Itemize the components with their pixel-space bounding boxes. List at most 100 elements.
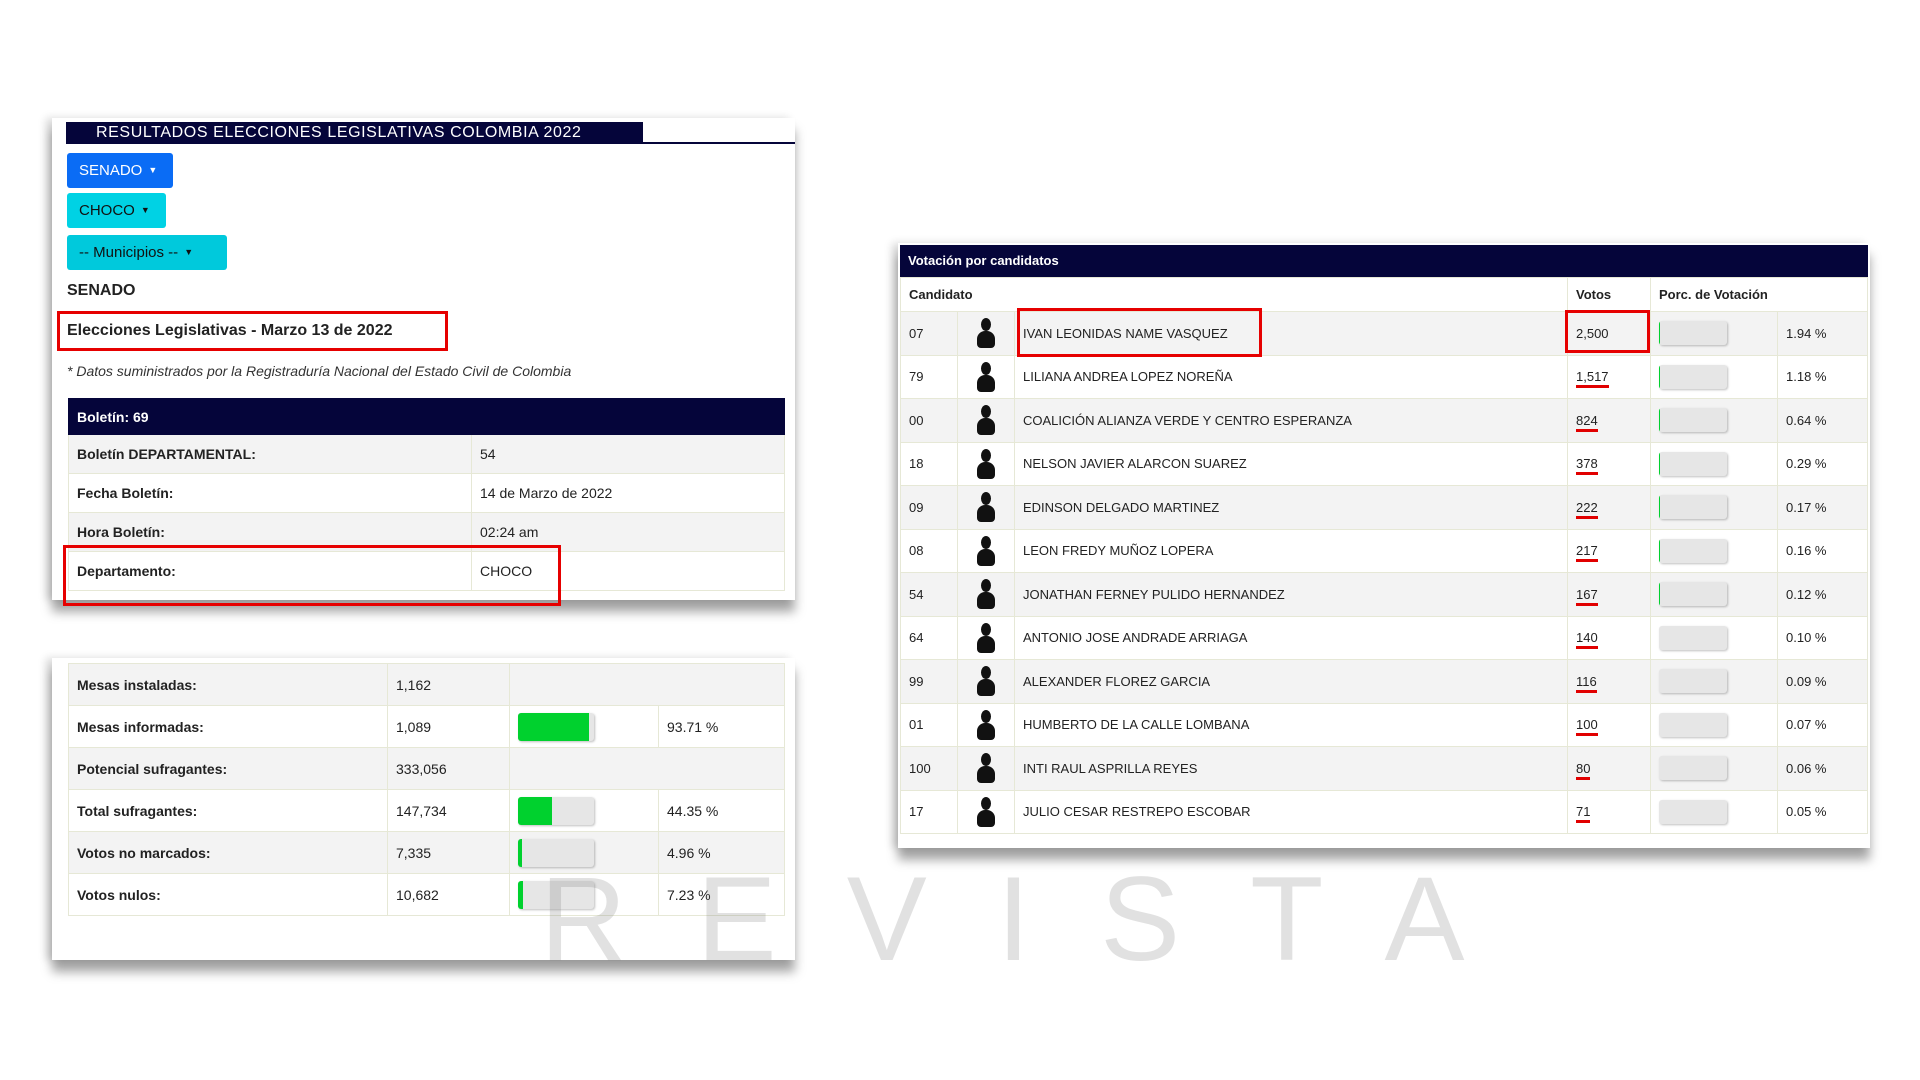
highlight-box: [63, 545, 561, 606]
progress-fill: [518, 880, 524, 909]
candidate-votes-link[interactable]: 167: [1576, 586, 1598, 606]
stat-row: Total sufragantes: 147,734 44.35 %: [68, 789, 785, 832]
candidate-number: 17: [900, 789, 958, 834]
avatar: [957, 485, 1015, 530]
results-panel: RESULTADOS ELECCIONES LEGISLATIVAS COLOM…: [52, 118, 795, 600]
candidate-pct: 0.29 %: [1777, 441, 1868, 486]
candidate-votes-link[interactable]: 1,517: [1576, 369, 1609, 389]
stat-row: Votos nulos: 10,682 7.23 %: [68, 873, 785, 916]
candidate-votes-cell[interactable]: 71: [1567, 789, 1651, 834]
candidate-votes-link[interactable]: 217: [1576, 543, 1598, 563]
avatar: [957, 746, 1015, 791]
candidate-name: ALEXANDER FLOREZ GARCIA: [1014, 659, 1568, 704]
candidate-votes-link[interactable]: 140: [1576, 630, 1598, 650]
candidate-votes-cell[interactable]: 222: [1567, 485, 1651, 530]
candidate-votes-cell[interactable]: 80: [1567, 746, 1651, 791]
candidate-votes-link[interactable]: 80: [1576, 760, 1591, 780]
candidate-pct: 0.17 %: [1777, 485, 1868, 530]
bulletin-row: Boletín DEPARTAMENTAL: 54: [68, 434, 785, 474]
progress-fill: [1659, 364, 1660, 389]
candidate-pct: 0.09 %: [1777, 659, 1868, 704]
progress-bar: [518, 880, 594, 909]
person-icon: [975, 753, 997, 784]
progress-bar: [1659, 625, 1727, 650]
progress-cell: [1650, 789, 1778, 834]
candidate-row: 00 COALICIÓN ALIANZA VERDE Y CENTRO ESPER…: [900, 398, 1868, 443]
stat-row: Mesas instaladas: 1,162: [68, 663, 785, 706]
candidate-number: 100: [900, 746, 958, 791]
person-icon: [975, 535, 997, 566]
candidate-votes-link[interactable]: 824: [1576, 412, 1598, 432]
avatar: [957, 572, 1015, 617]
progress-fill: [518, 712, 590, 741]
col-votes: Votos: [1567, 277, 1651, 312]
stat-value: 147,734: [387, 789, 510, 832]
section-heading: SENADO: [67, 282, 136, 299]
person-icon: [975, 709, 997, 740]
progress-cell: [1650, 485, 1778, 530]
candidate-votes-link[interactable]: 100: [1576, 717, 1598, 737]
dropdown-label: CHOCO: [79, 202, 135, 219]
corporation-dropdown[interactable]: SENADO ▼: [67, 153, 173, 188]
stat-label: Potencial sufragantes:: [68, 747, 388, 790]
candidate-votes-cell[interactable]: 167: [1567, 572, 1651, 617]
person-icon: [975, 492, 997, 523]
stat-label: Total sufragantes:: [68, 789, 388, 832]
candidate-votes-link[interactable]: 222: [1576, 499, 1598, 519]
stats-panel: Mesas instaladas: 1,162 Mesas informadas: 1…: [52, 658, 795, 960]
candidate-votes-cell[interactable]: 1,517: [1567, 354, 1651, 399]
candidate-row: 79 LILIANA ANDREA LOPEZ NOREÑA 1,517 1.18 %: [900, 354, 1868, 399]
avatar: [957, 789, 1015, 834]
bulletin-title: Boletín: 69: [68, 398, 785, 435]
candidate-pct: 0.06 %: [1777, 746, 1868, 791]
candidate-row: 100 INTI RAUL ASPRILLA REYES 80 0.06 %: [900, 746, 1868, 791]
candidate-votes-link[interactable]: 71: [1576, 804, 1591, 824]
col-candidate: Candidato: [900, 277, 1568, 312]
candidates-title: Votación por candidatos: [900, 245, 1868, 277]
candidate-votes-cell[interactable]: 140: [1567, 615, 1651, 660]
person-icon: [975, 361, 997, 392]
candidate-votes-cell[interactable]: 116: [1567, 659, 1651, 704]
candidate-number: 99: [900, 659, 958, 704]
row-value: 54: [471, 434, 785, 474]
person-icon: [975, 622, 997, 653]
candidate-row: 09 EDINSON DELGADO MARTINEZ 222 0.17 %: [900, 485, 1868, 530]
candidate-votes-cell[interactable]: 217: [1567, 528, 1651, 573]
progress-fill: [1659, 321, 1661, 346]
stat-row: Potencial sufragantes: 333,056: [68, 747, 785, 790]
candidate-name: HUMBERTO DE LA CALLE LOMBANA: [1014, 702, 1568, 747]
candidate-votes-cell[interactable]: 378: [1567, 441, 1651, 486]
progress-bar: [1659, 364, 1727, 389]
highlight-box: [57, 311, 448, 351]
page-title: RESULTADOS ELECCIONES LEGISLATIVAS COLOM…: [66, 122, 643, 143]
candidate-pct: 0.07 %: [1777, 702, 1868, 747]
progress-bar: [1659, 712, 1727, 737]
candidate-votes-link[interactable]: 116: [1576, 673, 1597, 693]
progress-cell: [1650, 354, 1778, 399]
source-note: * Datos suministrados por la Registradur…: [67, 363, 572, 379]
avatar: [957, 528, 1015, 573]
person-icon: [975, 579, 997, 610]
progress-bar: [1659, 451, 1727, 476]
progress-bar: [1659, 321, 1727, 346]
stat-pct: 7.23 %: [658, 873, 785, 916]
candidate-votes-cell[interactable]: 100: [1567, 702, 1651, 747]
candidate-votes-link[interactable]: 378: [1576, 456, 1598, 476]
progress-cell: [1650, 311, 1778, 356]
municipality-dropdown[interactable]: -- Municipios -- ▼: [67, 235, 227, 270]
candidate-votes-cell[interactable]: 824: [1567, 398, 1651, 443]
progress-bar: [518, 712, 594, 741]
row-value: 14 de Marzo de 2022: [471, 473, 785, 513]
stat-pct: 44.35 %: [658, 789, 785, 832]
stat-label: Votos no marcados:: [68, 831, 388, 874]
candidate-name: LEON FREDY MUÑOZ LOPERA: [1014, 528, 1568, 573]
caret-down-icon: ▼: [140, 205, 150, 215]
candidate-name: JULIO CESAR RESTREPO ESCOBAR: [1014, 789, 1568, 834]
stat-row: Votos no marcados: 7,335 4.96 %: [68, 831, 785, 874]
progress-cell: [1650, 702, 1778, 747]
stat-value: 7,335: [387, 831, 510, 874]
progress-bar: [1659, 669, 1727, 694]
avatar: [957, 398, 1015, 443]
progress-bar: [1659, 582, 1727, 607]
department-dropdown[interactable]: CHOCO ▼: [67, 193, 166, 228]
